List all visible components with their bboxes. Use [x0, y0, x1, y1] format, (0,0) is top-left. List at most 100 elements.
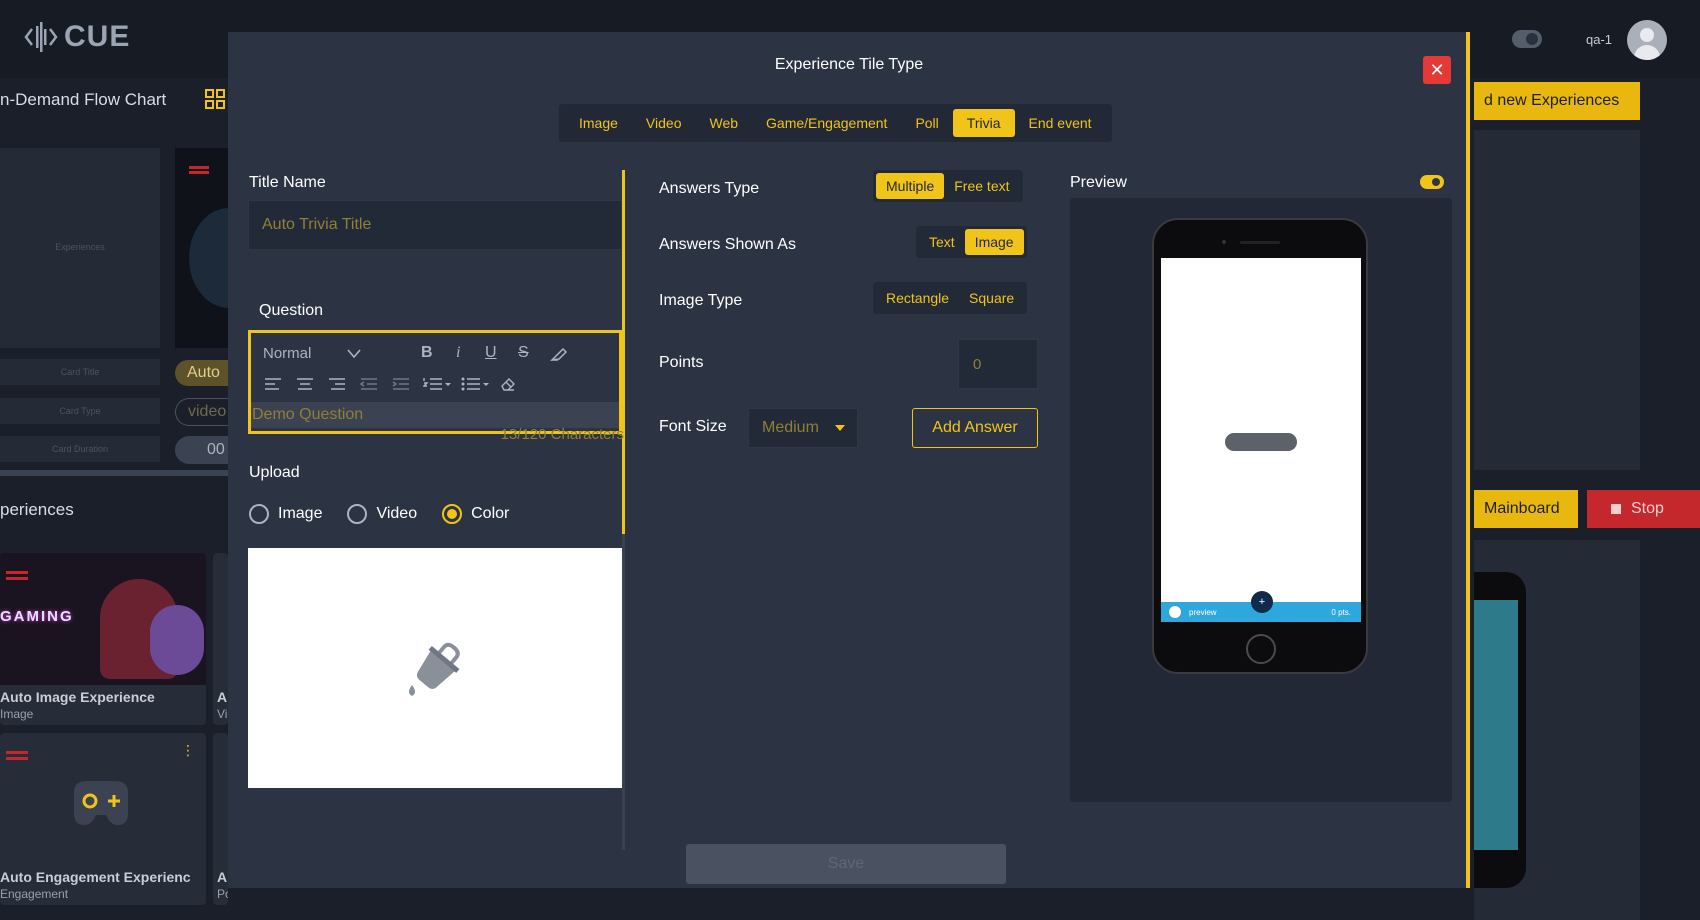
- image-type-rectangle[interactable]: Rectangle: [876, 285, 959, 311]
- underline-icon[interactable]: U: [485, 344, 497, 362]
- card-title-value[interactable]: Auto: [175, 360, 230, 386]
- grid-icon[interactable]: [204, 88, 226, 110]
- font-size-select[interactable]: Medium: [748, 408, 858, 448]
- upload-label: Upload: [249, 464, 300, 481]
- radio-color[interactable]: [442, 504, 463, 524]
- tab-poll[interactable]: Poll: [901, 109, 952, 137]
- caret-down-icon: [835, 425, 845, 431]
- stop-icon: [1611, 504, 1621, 514]
- card-placeholder-text: Experiences: [55, 242, 105, 252]
- user-name: qa-1: [1586, 32, 1613, 47]
- radio-video[interactable]: [347, 504, 368, 524]
- align-left-icon[interactable]: [264, 377, 282, 391]
- character-count: 13/120 Characters: [500, 426, 624, 443]
- phone-avatar-icon: [1169, 606, 1181, 618]
- bold-icon[interactable]: B: [421, 344, 433, 362]
- add-experience-button[interactable]: d new Experiences: [1474, 82, 1640, 120]
- gamepad-icon: [74, 781, 128, 825]
- card-field-label: Card Duration: [51, 444, 109, 454]
- tile-title: A: [217, 869, 228, 885]
- phone-add-icon: +: [1251, 591, 1273, 613]
- color-upload-box[interactable]: [248, 548, 622, 788]
- close-icon: ✕: [1429, 59, 1445, 80]
- modal-title: Experience Tile Type: [774, 56, 924, 73]
- menu-bar-icon: [6, 577, 28, 580]
- tab-image[interactable]: Image: [565, 109, 632, 137]
- experience-tile[interactable]: GAMING Auto Image Experience Image: [0, 553, 206, 725]
- experience-tile[interactable]: ⋮ Auto Engagement Experienc Engagement: [0, 733, 206, 905]
- tile-title: Auto Image Experience: [0, 689, 155, 705]
- app-logo[interactable]: CUE: [24, 20, 130, 54]
- image-type-toggle: Rectangle Square: [873, 282, 1028, 314]
- answers-type-multiple[interactable]: Multiple: [876, 173, 945, 199]
- radio-image-label: Image: [278, 505, 323, 522]
- answers-shown-toggle: Text Image: [916, 226, 1027, 258]
- answers-shown-image[interactable]: Image: [964, 229, 1024, 255]
- bullet-list-icon[interactable]: [461, 377, 489, 391]
- gaming-thumbnail: GAMING: [0, 553, 206, 685]
- answers-type-free-text[interactable]: Free text: [944, 173, 1019, 199]
- phone-camera: [1222, 240, 1226, 244]
- image-type-label: Image Type: [659, 292, 743, 309]
- avatar[interactable]: [1627, 20, 1667, 60]
- tile-title: A: [217, 689, 228, 705]
- tab-end-event[interactable]: End event: [1015, 109, 1106, 137]
- tile-subtitle: Vi: [217, 707, 228, 721]
- background-scrollbar: [0, 470, 230, 476]
- tile-more-icon[interactable]: ⋮: [181, 743, 195, 765]
- tile-title: Auto Engagement Experienc: [0, 869, 191, 885]
- radio-color-label: Color: [471, 505, 510, 522]
- indent-icon[interactable]: [392, 377, 410, 391]
- theme-toggle[interactable]: [1512, 30, 1542, 48]
- format-select[interactable]: Normal: [263, 345, 311, 362]
- highlight-icon[interactable]: [550, 346, 568, 362]
- menu-bar-icon: [6, 571, 28, 574]
- mainboard-phone: [1474, 572, 1526, 888]
- phone-answer-pill: [1225, 433, 1297, 451]
- italic-icon[interactable]: i: [456, 344, 460, 362]
- ordered-list-icon[interactable]: [423, 377, 451, 391]
- experience-tile[interactable]: A Poll: [213, 733, 228, 905]
- add-answer-button[interactable]: Add Answer: [912, 408, 1038, 448]
- title-name-input[interactable]: Auto Trivia Title: [248, 200, 622, 250]
- align-center-icon[interactable]: [296, 377, 314, 391]
- tab-game-engagement[interactable]: Game/Engagement: [752, 109, 901, 137]
- strikethrough-icon[interactable]: S: [518, 344, 529, 362]
- question-text-area[interactable]: Demo Question: [251, 402, 619, 428]
- clear-format-icon[interactable]: [499, 376, 517, 392]
- stop-button[interactable]: Stop: [1587, 490, 1700, 528]
- menu-bar-icon: [189, 171, 209, 174]
- logo-text: CUE: [64, 20, 131, 53]
- upload-type-radios: Image Video Color: [249, 504, 509, 524]
- preview-toggle[interactable]: [1420, 175, 1444, 189]
- globe-card[interactable]: [175, 148, 269, 348]
- tab-web[interactable]: Web: [695, 109, 752, 137]
- card-field: Card Type: [0, 398, 160, 424]
- flow-chart-title: n-Demand Flow Chart: [0, 90, 167, 109]
- outdent-icon[interactable]: [360, 377, 378, 391]
- mainboard-button[interactable]: Mainboard: [1474, 490, 1578, 528]
- card-field: Card Duration: [0, 436, 160, 462]
- title-name-label: Title Name: [249, 174, 326, 191]
- points-input[interactable]: 0: [958, 339, 1038, 389]
- chevron-down-icon[interactable]: [347, 349, 361, 359]
- question-label: Question: [259, 302, 324, 319]
- save-button[interactable]: Save: [686, 844, 1006, 884]
- tab-trivia[interactable]: Trivia: [952, 109, 1015, 137]
- experience-tile[interactable]: A Vi: [213, 553, 228, 725]
- left-scrollbar-thumb[interactable]: [622, 170, 625, 534]
- close-button[interactable]: ✕: [1423, 56, 1451, 84]
- question-editor: Normal B i U S Demo Question: [248, 330, 622, 434]
- card-field-label: Card Type: [59, 406, 101, 416]
- radio-image[interactable]: [249, 504, 269, 524]
- answers-shown-text[interactable]: Text: [919, 229, 965, 255]
- tile-type-tabs: Image Video Web Game/Engagement Poll Tri…: [559, 104, 1112, 142]
- image-type-square[interactable]: Square: [959, 285, 1024, 311]
- tab-video[interactable]: Video: [632, 109, 696, 137]
- card-type-value[interactable]: video: [175, 398, 230, 426]
- card-duration-value[interactable]: 00: [175, 436, 230, 464]
- experience-tile-type-modal: Experience Tile Type ✕ Image Video Web G…: [228, 32, 1470, 888]
- card-field: Card Title: [0, 359, 160, 385]
- align-right-icon[interactable]: [328, 377, 346, 391]
- mainboard-phone-screen: [1474, 600, 1518, 850]
